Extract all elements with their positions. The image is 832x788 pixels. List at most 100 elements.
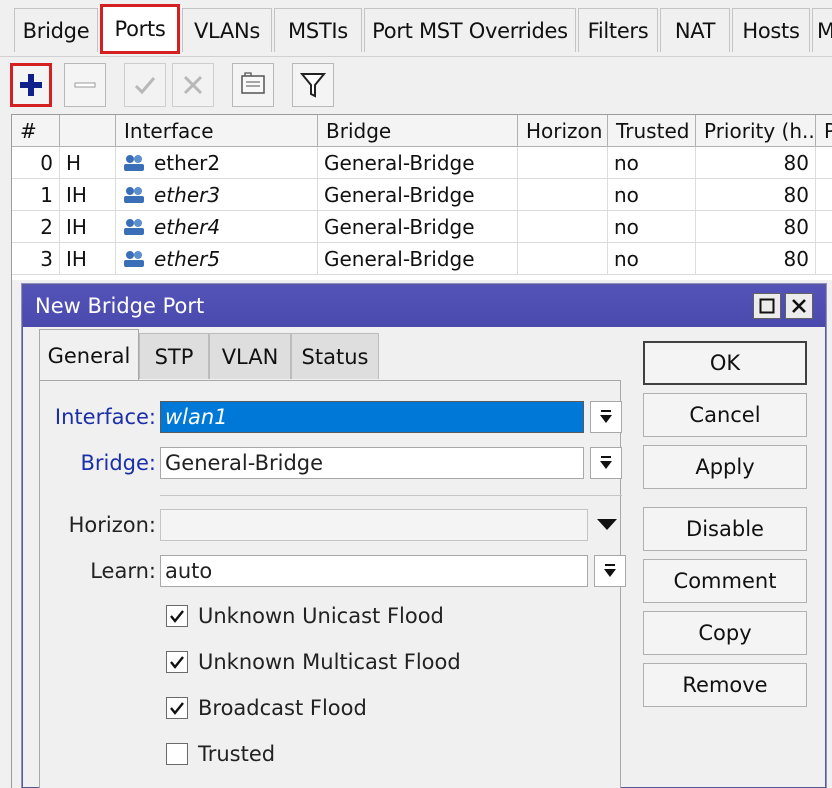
- checkmark-icon: [170, 702, 184, 715]
- tab-bridge[interactable]: Bridge: [14, 8, 98, 52]
- tab-label: NAT: [674, 18, 716, 43]
- horizon-expand-button[interactable]: [596, 517, 618, 536]
- interface-icon: [124, 218, 144, 235]
- tab-label: M: [817, 18, 832, 43]
- cell-number: 1: [12, 179, 60, 211]
- table-row[interactable]: 3 IH ether5 General-Bridge no 80: [12, 243, 832, 275]
- dialog-tab-stp[interactable]: STP: [139, 333, 209, 379]
- cell-flags: IH: [60, 179, 116, 211]
- cell-interface: ether5: [116, 243, 318, 275]
- cell-interface: ether3: [116, 179, 318, 211]
- dropdown-arrow-icon: [604, 564, 616, 577]
- top-tab-bar: Bridge Ports VLANs MSTIs Port MST Overri…: [0, 0, 832, 56]
- table-row[interactable]: 1 IH ether3 General-Bridge no 80: [12, 179, 832, 211]
- learn-dropdown-button[interactable]: [594, 555, 626, 587]
- checkmark-icon: [170, 610, 184, 623]
- tab-hosts[interactable]: Hosts: [732, 8, 810, 52]
- tab-label: Ports: [114, 17, 166, 41]
- interface-select[interactable]: wlan1: [160, 401, 584, 433]
- close-button[interactable]: [785, 293, 813, 319]
- copy-button[interactable]: Copy: [643, 611, 807, 655]
- learn-label: Learn:: [90, 559, 156, 583]
- interface-dropdown-button[interactable]: [590, 401, 622, 433]
- unknown-unicast-flood-checkbox[interactable]: [166, 605, 188, 627]
- disable-button[interactable]: Disable: [643, 507, 807, 551]
- unknown-multicast-flood-checkbox[interactable]: [166, 651, 188, 673]
- tab-filters[interactable]: Filters: [578, 8, 658, 52]
- tab-more[interactable]: M: [812, 8, 832, 52]
- ports-table: # Interface Bridge Horizon Trusted Prior…: [12, 114, 832, 280]
- bridge-label: Bridge:: [80, 451, 156, 475]
- dialog-titlebar[interactable]: New Bridge Port: [23, 285, 825, 327]
- tab-vlans[interactable]: VLANs: [182, 8, 272, 52]
- section-divider: [160, 495, 622, 496]
- remove-button[interactable]: [64, 63, 106, 107]
- col-header-number[interactable]: #: [12, 115, 60, 147]
- apply-button[interactable]: Apply: [643, 445, 807, 489]
- dialog-tab-label: VLAN: [221, 344, 279, 369]
- bridge-select[interactable]: General-Bridge: [160, 447, 584, 479]
- dialog-tab-label: General: [47, 343, 131, 368]
- dialog-tab-vlan[interactable]: VLAN: [209, 333, 291, 379]
- table-row[interactable]: 0 H ether2 General-Bridge no 80: [12, 147, 832, 179]
- dropdown-arrow-icon: [600, 410, 612, 423]
- col-header-interface[interactable]: Interface: [116, 115, 318, 147]
- cell-bridge: General-Bridge: [318, 243, 518, 275]
- learn-select[interactable]: auto: [160, 555, 588, 587]
- cancel-button[interactable]: Cancel: [643, 393, 807, 437]
- tab-label: Filters: [587, 18, 649, 43]
- remove-button[interactable]: Remove: [643, 663, 807, 707]
- tab-mstis[interactable]: MSTIs: [274, 8, 362, 52]
- bridge-dropdown-button[interactable]: [590, 447, 622, 479]
- col-header-bridge[interactable]: Bridge: [318, 115, 518, 147]
- comment-button[interactable]: [232, 63, 274, 107]
- disable-button[interactable]: [172, 63, 214, 107]
- filter-icon: [300, 73, 326, 98]
- new-bridge-port-dialog: New Bridge Port General STP VLAN Status …: [22, 284, 826, 788]
- cell-interface: ether4: [116, 211, 318, 243]
- triangle-down-icon: [597, 519, 617, 530]
- dropdown-arrow-icon: [600, 456, 612, 469]
- dialog-tab-general[interactable]: General: [39, 329, 139, 381]
- interface-name: ether5: [154, 247, 221, 271]
- broadcast-flood-checkbox[interactable]: [166, 697, 188, 719]
- dialog-tab-label: Status: [301, 344, 369, 369]
- cell-trusted: no: [608, 147, 696, 179]
- maximize-button[interactable]: [753, 293, 781, 319]
- broadcast-flood-label: Broadcast Flood: [198, 696, 367, 720]
- add-button[interactable]: [10, 63, 52, 107]
- col-header-flags[interactable]: [60, 115, 116, 147]
- close-icon: [792, 299, 806, 313]
- table-row[interactable]: 2 IH ether4 General-Bridge no 80: [12, 211, 832, 243]
- interface-name: ether2: [154, 151, 221, 175]
- interface-label: Interface:: [54, 405, 156, 429]
- header-label: Interface: [124, 119, 214, 143]
- enable-button[interactable]: [124, 63, 166, 107]
- tab-port-mst-overrides[interactable]: Port MST Overrides: [364, 8, 576, 52]
- ok-button[interactable]: OK: [643, 341, 807, 385]
- filter-button[interactable]: [292, 63, 334, 107]
- cell-flags: IH: [60, 243, 116, 275]
- tab-label: Port MST Overrides: [372, 18, 568, 43]
- col-header-horizon[interactable]: Horizon: [518, 115, 608, 147]
- cell-priority: 80: [696, 147, 816, 179]
- cell-priority: 80: [696, 211, 816, 243]
- col-header-trusted[interactable]: Trusted: [608, 115, 696, 147]
- tab-ports[interactable]: Ports: [100, 4, 180, 54]
- col-header-priority[interactable]: Priority (h...: [696, 115, 816, 147]
- col-header-more[interactable]: P: [816, 115, 832, 147]
- cell-horizon: [518, 179, 608, 211]
- tab-nat[interactable]: NAT: [660, 8, 730, 52]
- interface-name: ether3: [154, 183, 221, 207]
- tab-label: MSTIs: [288, 18, 348, 43]
- cell-flags: IH: [60, 211, 116, 243]
- horizon-input[interactable]: [160, 509, 588, 541]
- horizon-label: Horizon:: [68, 513, 156, 537]
- trusted-checkbox[interactable]: [166, 743, 188, 765]
- cross-icon: [183, 75, 203, 95]
- tab-label: Bridge: [22, 18, 90, 43]
- dialog-tab-status[interactable]: Status: [291, 333, 379, 379]
- cell-trusted: no: [608, 243, 696, 275]
- comment-button[interactable]: Comment: [643, 559, 807, 603]
- cell-number: 0: [12, 147, 60, 179]
